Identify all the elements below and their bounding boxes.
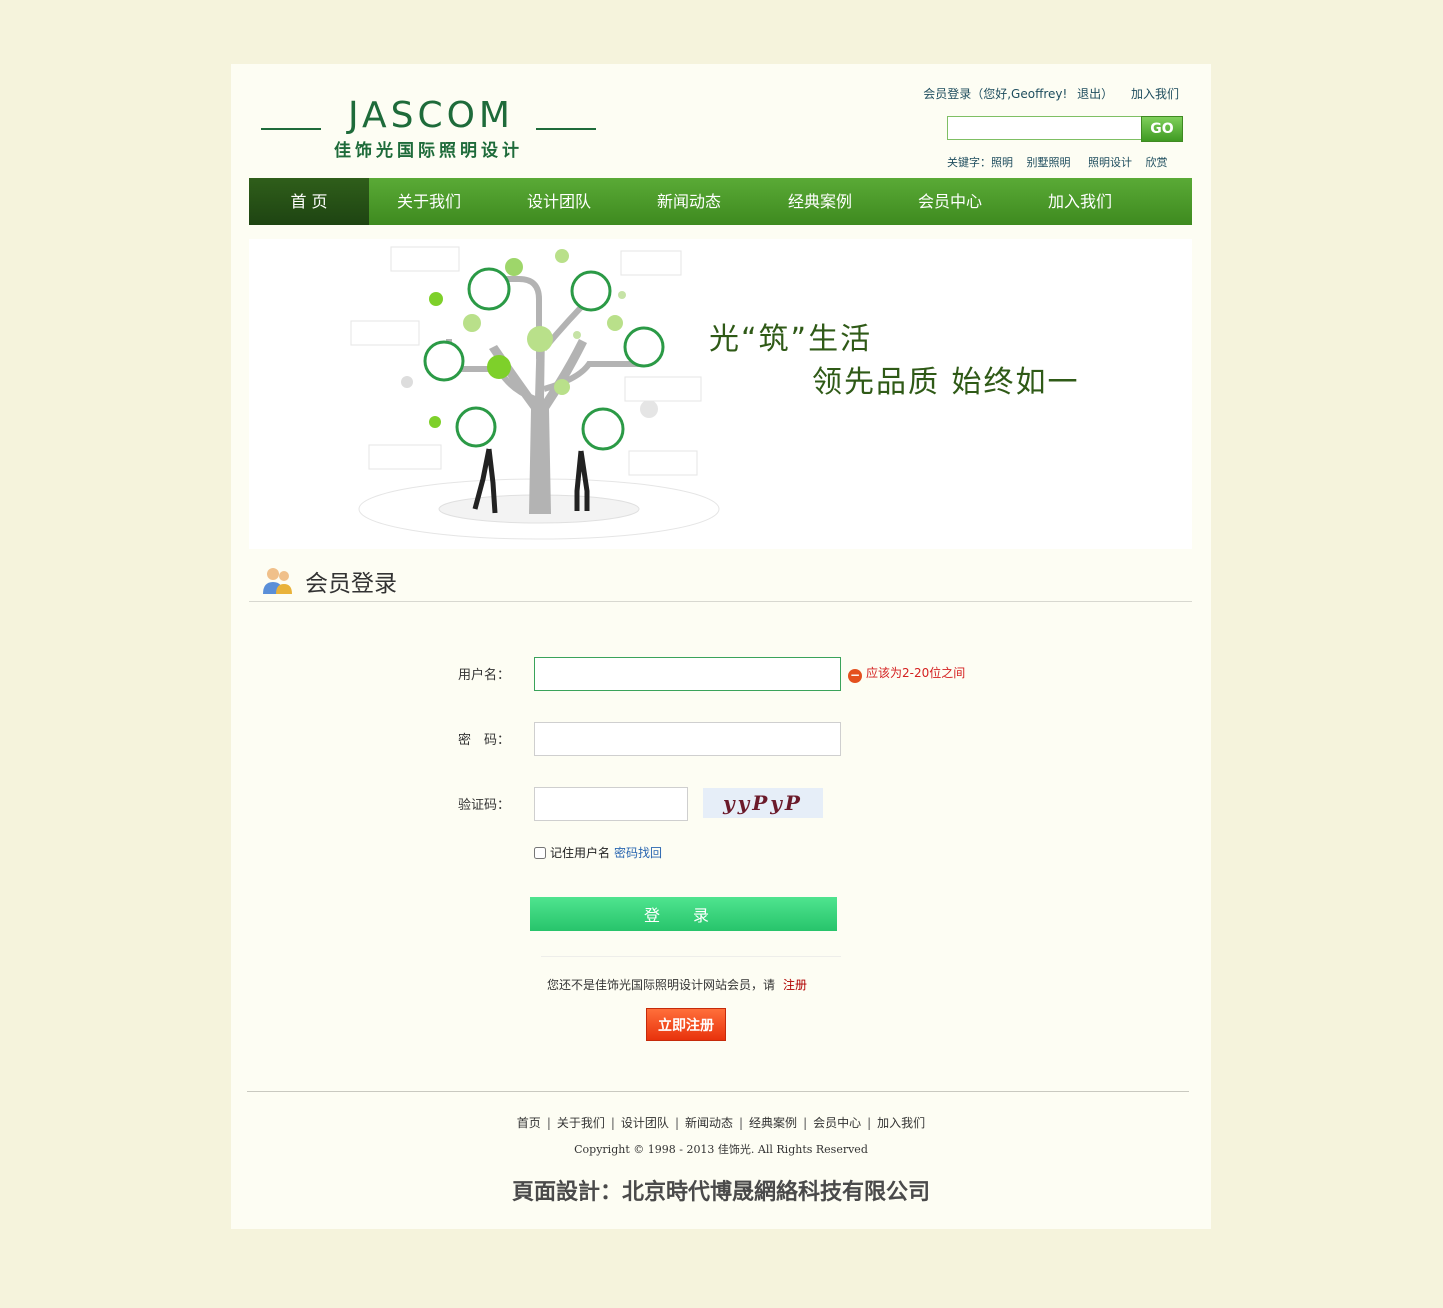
forgot-password-link[interactable]: 密码找回 (614, 846, 662, 860)
footer-link-cases[interactable]: 经典案例 (749, 1116, 797, 1130)
footer-link-home[interactable]: 首页 (517, 1116, 541, 1130)
nav-item-join[interactable]: 加入我们 (1020, 178, 1140, 225)
footer-link-team[interactable]: 设计团队 (621, 1116, 669, 1130)
hero-banner: 光“筑”生活 领先品质 始终如一 (249, 239, 1192, 549)
password-input[interactable] (534, 722, 841, 756)
footer-link-about[interactable]: 关于我们 (557, 1116, 605, 1130)
member-login-label: 会员登录（ (923, 87, 984, 101)
keyword-list: 关键字：照明 别墅照明 照明设计 欣赏 (947, 154, 1178, 170)
username-label: 用户名： (458, 668, 511, 683)
remember-label: 记住用户名 (550, 846, 611, 860)
copyright-text: Copyright © 1998 - 2013 佳饰光. All Rights … (574, 1143, 868, 1156)
remember-checkbox[interactable] (534, 847, 546, 859)
banner-slogan-line2: 领先品质 始终如一 (812, 365, 1080, 400)
section-divider (249, 601, 1192, 602)
footer-links: 首页 | 关于我们 | 设计团队 | 新闻动态 | 经典案例 | 会员中心 | 加入我们 (516, 1116, 926, 1130)
captcha-image[interactable]: yyPyP (703, 788, 823, 818)
register-link[interactable]: 注册 (783, 978, 807, 992)
nav-item-cases[interactable]: 经典案例 (760, 178, 880, 225)
login-button[interactable]: 登 录 (530, 897, 837, 931)
members-icon (263, 568, 292, 594)
logo-text: JASCOM (348, 95, 514, 136)
footer-link-news[interactable]: 新闻动态 (685, 1116, 733, 1130)
captcha-input[interactable] (534, 787, 688, 821)
tree-illustration (350, 246, 720, 540)
banner-slogan-line1: 光“筑”生活 (709, 322, 873, 357)
keyword-link[interactable]: 欣赏 (1146, 156, 1168, 169)
keywords-label: 关键字： (947, 156, 991, 169)
captcha-label: 验证码： (458, 798, 511, 813)
page-container: JASCOM 佳饰光国际照明设计 会员登录（您好,Geoffrey! 退出） 加… (231, 64, 1211, 1229)
section-title: 会员登录 (305, 571, 397, 597)
not-member-row: 您还不是佳饰光国际照明设计网站会员，请 注册 (547, 976, 807, 993)
not-member-text: 您还不是佳饰光国际照明设计网站会员，请 (547, 978, 776, 992)
top-join-us-link[interactable]: 加入我们 (1131, 87, 1179, 101)
footer-link-join[interactable]: 加入我们 (877, 1116, 925, 1130)
nav-item-news[interactable]: 新闻动态 (629, 178, 749, 225)
password-label: 密 码： (458, 733, 511, 748)
keyword-link[interactable]: 别墅照明 (1027, 156, 1071, 169)
keyword-link[interactable]: 照明 (991, 156, 1013, 169)
search-box: GO (947, 116, 1183, 142)
main-nav: 首 页 关于我们 设计团队 新闻动态 经典案例 会员中心 加入我们 (249, 178, 1192, 225)
nav-item-about[interactable]: 关于我们 (369, 178, 489, 225)
error-icon: − (848, 668, 862, 683)
footer-divider (247, 1091, 1189, 1092)
username-input[interactable] (534, 657, 841, 691)
logo-subtitle: 佳饰光国际照明设计 (334, 141, 523, 161)
username-error-text: 应该为2-20位之间 (866, 666, 966, 680)
nav-item-team[interactable]: 设计团队 (499, 178, 619, 225)
site-logo[interactable]: JASCOM 佳饰光国际照明设计 (261, 95, 596, 161)
nav-item-member[interactable]: 会员中心 (890, 178, 1010, 225)
logo-line-right (536, 128, 596, 130)
nav-item-home[interactable]: 首 页 (249, 178, 369, 225)
remember-row: 记住用户名 密码找回 (534, 844, 662, 861)
greeting-text: 您好,Geoffrey! (983, 87, 1068, 101)
logout-link[interactable]: 退出） (1077, 87, 1113, 101)
search-input[interactable] (947, 116, 1143, 140)
search-go-button[interactable]: GO (1141, 116, 1183, 142)
username-error: − 应该为2-20位之间 (848, 664, 965, 683)
designer-credit: 頁面設計：北京時代博晟網絡科技有限公司 (511, 1180, 930, 1205)
form-divider (541, 956, 841, 957)
top-user-bar: 会员登录（您好,Geoffrey! 退出） 加入我们 (923, 85, 1179, 102)
keyword-link[interactable]: 照明设计 (1088, 156, 1132, 169)
register-button[interactable]: 立即注册 (646, 1008, 726, 1041)
footer-link-member[interactable]: 会员中心 (813, 1116, 861, 1130)
